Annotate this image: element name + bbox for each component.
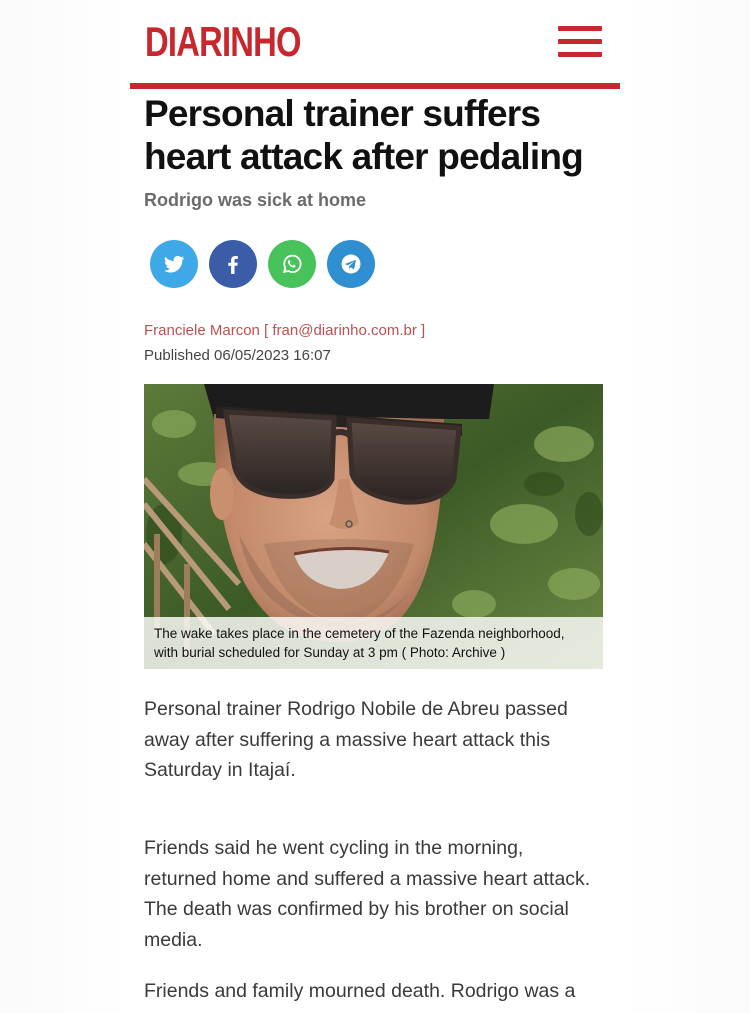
paragraph-line: returned home and suffered a massive hea… — [144, 867, 591, 890]
site-logo[interactable]: DIARINHO — [145, 18, 302, 66]
publish-date: Published 06/05/2023 16:07 — [144, 347, 331, 364]
header-divider — [130, 83, 620, 89]
article-author[interactable]: Franciele Marcon [ fran@diarinho.com.br … — [144, 322, 425, 339]
photo-caption: The wake takes place in the cemetery of … — [144, 617, 603, 669]
article-photo: The wake takes place in the cemetery of … — [144, 384, 603, 669]
paragraph-line: away after suffering a massive heart att… — [144, 728, 551, 751]
caption-line: The wake takes place in the cemetery of … — [154, 626, 565, 641]
share-whatsapp-button[interactable] — [268, 240, 316, 288]
whatsapp-icon — [282, 254, 302, 273]
article-paragraph: Friends said he went cycling in the morn… — [144, 833, 614, 955]
article-paragraph: Friends and family mourned death. Rodrig… — [144, 976, 614, 1007]
share-telegram-button[interactable] — [327, 240, 375, 288]
paragraph-line: Personal trainer Rodrigo Nobile de Abreu… — [144, 698, 568, 720]
share-twitter-button[interactable] — [150, 240, 198, 288]
hamburger-menu-icon[interactable] — [558, 24, 602, 60]
paragraph-line: Friends and family mourned death. Rodrig… — [144, 980, 576, 1002]
article-paragraph: Personal trainer Rodrigo Nobile de Abreu… — [144, 694, 614, 786]
title-line: heart attack after pedaling — [144, 136, 584, 177]
paragraph-line: Friends said he went cycling in the morn… — [144, 837, 524, 859]
site-header: DIARINHO — [130, 0, 620, 90]
article-title: Personal trainer suffers heart attack af… — [144, 92, 614, 178]
telegram-icon — [341, 254, 361, 274]
article-subtitle: Rodrigo was sick at home — [144, 190, 367, 210]
title-line: Personal trainer suffers — [144, 93, 541, 134]
caption-line: with burial scheduled for Sunday at 3 pm… — [154, 645, 506, 660]
paragraph-line: media. — [144, 928, 203, 951]
paragraph-line: Saturday in Itajaí. — [144, 759, 296, 781]
paragraph-line: The death was confirmed by his brother o… — [144, 898, 569, 920]
twitter-icon — [164, 255, 184, 273]
facebook-icon — [228, 256, 238, 274]
share-facebook-button[interactable] — [209, 240, 257, 288]
article-page: DIARINHO Personal trainer suffers heart … — [0, 0, 750, 1013]
